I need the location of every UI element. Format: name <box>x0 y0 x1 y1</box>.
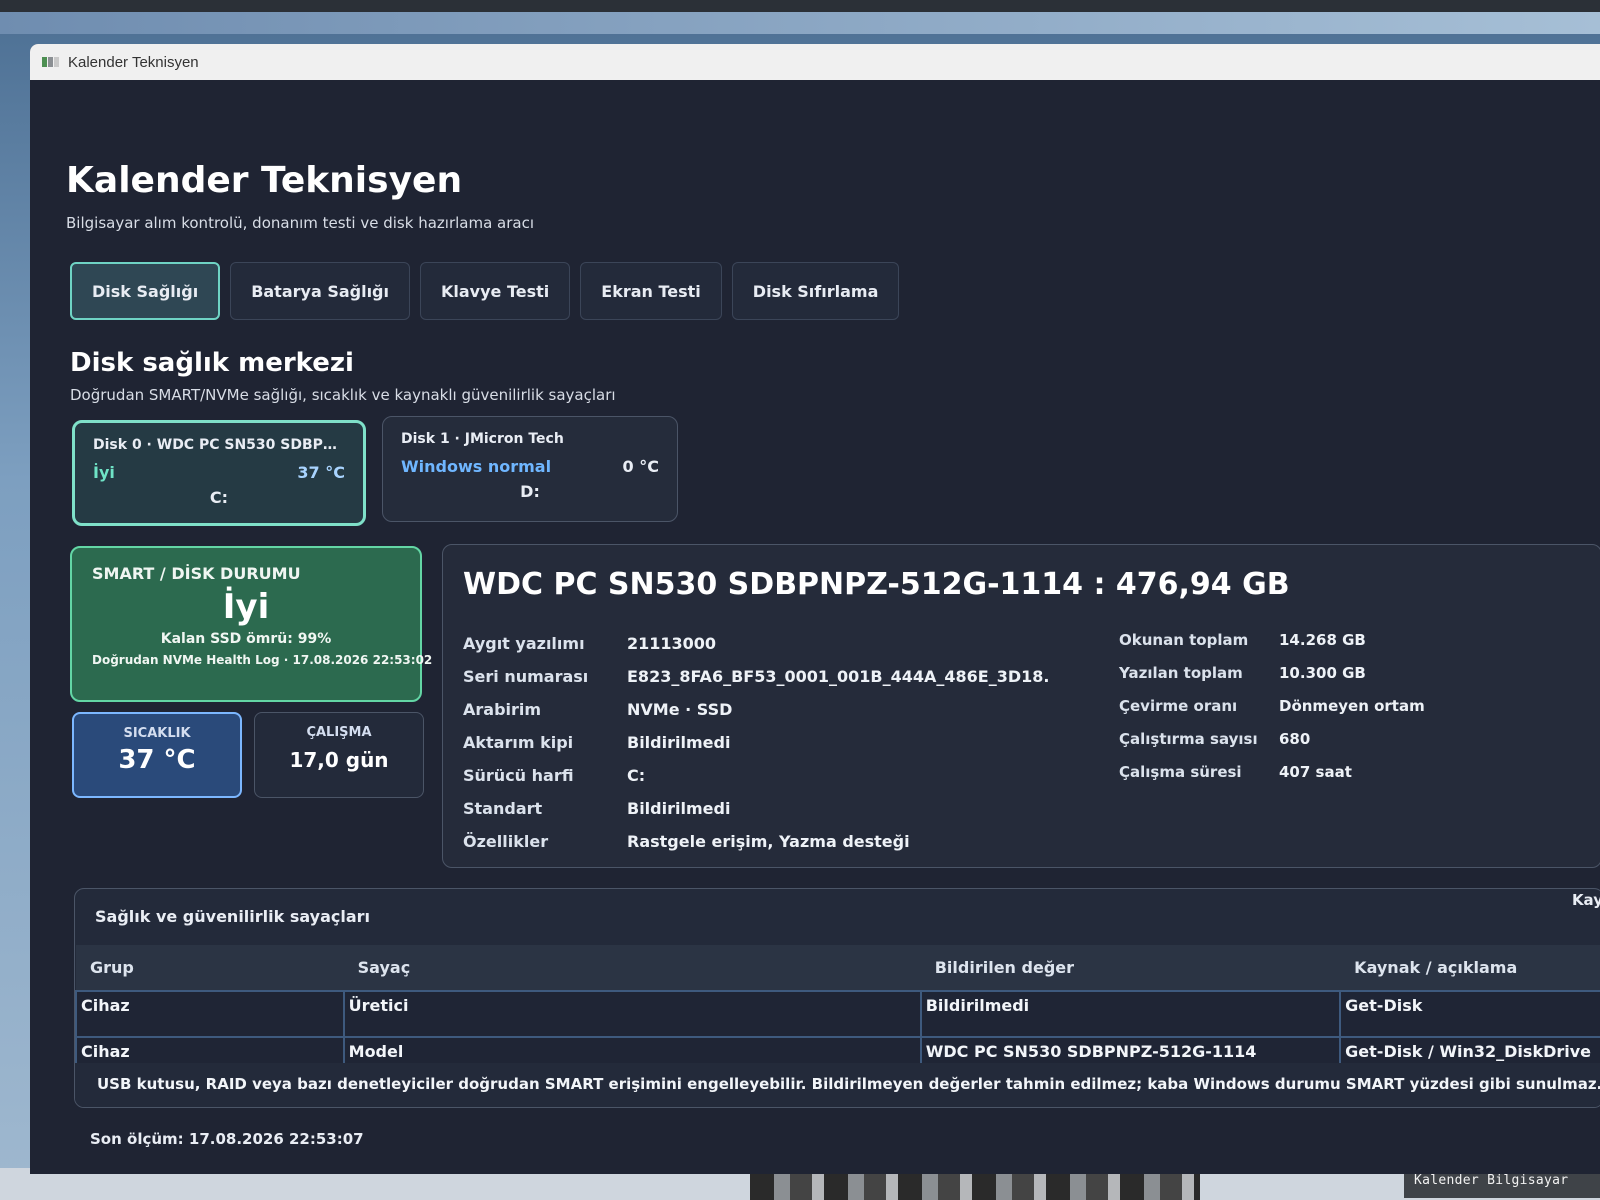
counters-corner-label: Kay <box>1571 891 1600 909</box>
usage-row: Çalıştırma sayısı 680 <box>1119 722 1425 755</box>
usage-value: Dönmeyen ortam <box>1279 696 1425 715</box>
title-bar[interactable]: Kalender Teknisyen <box>30 44 1600 80</box>
disk-status: İyi <box>93 463 115 482</box>
disk-model-title: WDC PC SN530 SDBPNPZ-512G-1114 : 476,94 … <box>463 567 1290 602</box>
info-value: 21113000 <box>627 634 717 653</box>
temperature-label: SICAKLIK <box>123 726 191 741</box>
info-value: E823_8FA6_BF53_0001_001B_444A_486E_3D18. <box>627 667 1050 686</box>
usage-row: Çevirme oranı Dönmeyen ortam <box>1119 689 1425 722</box>
info-row: Sürücü harfi C: <box>463 759 1049 792</box>
usage-row: Çalışma süresi 407 saat <box>1119 755 1425 788</box>
disk-temp: 0 °C <box>622 457 659 476</box>
info-value: Rastgele erişim, Yazma desteği <box>627 832 910 851</box>
tab-label: Disk Sağlığı <box>92 281 199 301</box>
counters-note: USB kutusu, RAID veya bazı denetleyicile… <box>75 1063 1600 1107</box>
table-cell: Bildirilmedi <box>919 990 1342 1038</box>
info-value: Bildirilmedi <box>627 799 731 818</box>
disk-info-list: Aygıt yazılımı 21113000 Seri numarası E823… <box>463 627 1049 858</box>
counters-title: Sağlık ve güvenilirlik sayaçları <box>95 907 371 926</box>
tab-label: Batarya Sağlığı <box>251 281 389 301</box>
info-key: Aktarım kipi <box>463 733 574 752</box>
disk-card-1[interactable]: Disk 1 · JMicron Tech Windows normal 0 °… <box>382 416 678 522</box>
usage-value: 407 saat <box>1279 762 1352 781</box>
info-value: NVMe · SSD <box>627 700 733 719</box>
usage-row: Yazılan toplam 10.300 GB <box>1119 656 1425 689</box>
tab-bar: Disk Sağlığı Batarya Sağlığı Klavye Test… <box>70 262 900 320</box>
info-value: Bildirilmedi <box>627 733 731 752</box>
app-title: Kalender Teknisyen <box>66 160 463 201</box>
disk-card-0[interactable]: Disk 0 · WDC PC SN530 SDBPNPZ-... İyi 37… <box>72 420 366 526</box>
usage-row: Okunan toplam 14.268 GB <box>1119 623 1425 656</box>
desktop-wallpaper <box>0 12 1600 34</box>
tab-screen-test[interactable]: Ekran Testi <box>580 262 722 320</box>
monitor-bezel <box>0 0 1600 12</box>
info-row: Özellikler Rastgele erişim, Yazma desteği <box>463 825 1049 858</box>
usage-key: Okunan toplam <box>1119 630 1249 649</box>
table-cell: Üretici <box>342 990 922 1038</box>
info-row: Standart Bildirilmedi <box>463 792 1049 825</box>
app-window: Kalender Teknisyen Kalender Teknisyen Bi… <box>30 44 1600 1174</box>
tab-label: Ekran Testi <box>601 281 701 301</box>
table-header-row: Grup Sayaç Bildirilen değer Kaynak / açı… <box>76 945 1600 992</box>
app-icon <box>42 55 60 69</box>
runtime-label: ÇALIŞMA <box>306 725 372 740</box>
info-key: Aygıt yazılımı <box>463 634 585 653</box>
column-header[interactable]: Grup <box>76 945 344 992</box>
disk-letter: C: <box>209 488 229 507</box>
tab-battery-health[interactable]: Batarya Sağlığı <box>230 262 410 320</box>
info-key: Sürücü harfi <box>463 766 574 785</box>
tab-keyboard-test[interactable]: Klavye Testi <box>420 262 571 320</box>
main-content: Kalender Teknisyen Bilgisayar alım kontr… <box>30 80 1600 1174</box>
tab-label: Disk Sıfırlama <box>752 281 879 301</box>
disk-usage-list: Okunan toplam 14.268 GB Yazılan toplam 10.… <box>1119 623 1425 788</box>
usage-value: 680 <box>1279 729 1311 748</box>
column-header[interactable]: Sayaç <box>343 945 921 992</box>
info-value: C: <box>627 766 646 785</box>
usage-key: Çalışma süresi <box>1119 762 1242 781</box>
window-title: Kalender Teknisyen <box>68 53 199 71</box>
health-log-source: Doğrudan NVMe Health Log · 17.08.2026 22… <box>92 653 433 667</box>
info-key: Standart <box>463 799 543 818</box>
temperature-value: 37 °C <box>118 745 196 775</box>
info-row: Arabirim NVMe · SSD <box>463 693 1049 726</box>
tab-label: Klavye Testi <box>441 281 550 301</box>
info-key: Seri numarası <box>463 667 589 686</box>
smart-label: SMART / DİSK DURUMU <box>92 564 301 583</box>
table-cell: Cihaz <box>75 990 345 1038</box>
runtime-card: ÇALIŞMA 17,0 gün <box>254 712 424 798</box>
app-subtitle: Bilgisayar alım kontrolü, donanım testi … <box>66 214 535 232</box>
ssd-life: Kalan SSD ömrü: 99% <box>160 631 332 647</box>
usage-key: Çalıştırma sayısı <box>1119 729 1258 748</box>
usage-value: 14.268 GB <box>1279 630 1366 649</box>
temperature-card: SICAKLIK 37 °C <box>72 712 242 798</box>
usage-key: Çevirme oranı <box>1119 696 1238 715</box>
tab-disk-health[interactable]: Disk Sağlığı <box>70 262 221 320</box>
section-title: Disk sağlık merkezi <box>70 348 354 378</box>
usage-key: Yazılan toplam <box>1119 663 1243 682</box>
info-row: Aktarım kipi Bildirilmedi <box>463 726 1049 759</box>
disk-detail-panel: WDC PC SN530 SDBPNPZ-512G-1114 : 476,94 … <box>442 544 1600 868</box>
table-row[interactable]: Cihaz Üretici Bildirilmedi Get-Disk <box>75 990 1600 1038</box>
counters-panel: Sağlık ve güvenilirlik sayaçları Kay Gru… <box>74 888 1600 1108</box>
info-row: Aygıt yazılımı 21113000 <box>463 627 1049 660</box>
disk-status: Windows normal <box>401 457 552 476</box>
usage-value: 10.300 GB <box>1279 663 1366 682</box>
column-header[interactable]: Bildirilen değer <box>920 945 1341 992</box>
info-row: Seri numarası E823_8FA6_BF53_0001_001B_44… <box>463 660 1049 693</box>
smart-status: İyi <box>222 587 270 627</box>
info-key: Özellikler <box>463 832 549 851</box>
info-key: Arabirim <box>463 700 542 719</box>
disk-letter: D: <box>520 482 540 501</box>
disk-card-title: Disk 1 · JMicron Tech <box>401 431 564 447</box>
tab-disk-reset[interactable]: Disk Sıfırlama <box>731 262 900 320</box>
column-header[interactable]: Kaynak / açıklama <box>1340 945 1600 992</box>
last-measurement: Son ölçüm: 17.08.2026 22:53:07 <box>90 1130 364 1148</box>
table-cell: Get-Disk <box>1339 990 1600 1038</box>
section-subtitle: Doğrudan SMART/NVMe sağlığı, sıcaklık ve… <box>70 386 616 404</box>
smart-status-card: SMART / DİSK DURUMU İyi Kalan SSD ömrü: … <box>70 546 433 702</box>
disk-temp: 37 °C <box>297 463 345 482</box>
disk-card-title: Disk 0 · WDC PC SN530 SDBPNPZ-... <box>93 437 345 453</box>
runtime-value: 17,0 gün <box>289 748 389 772</box>
